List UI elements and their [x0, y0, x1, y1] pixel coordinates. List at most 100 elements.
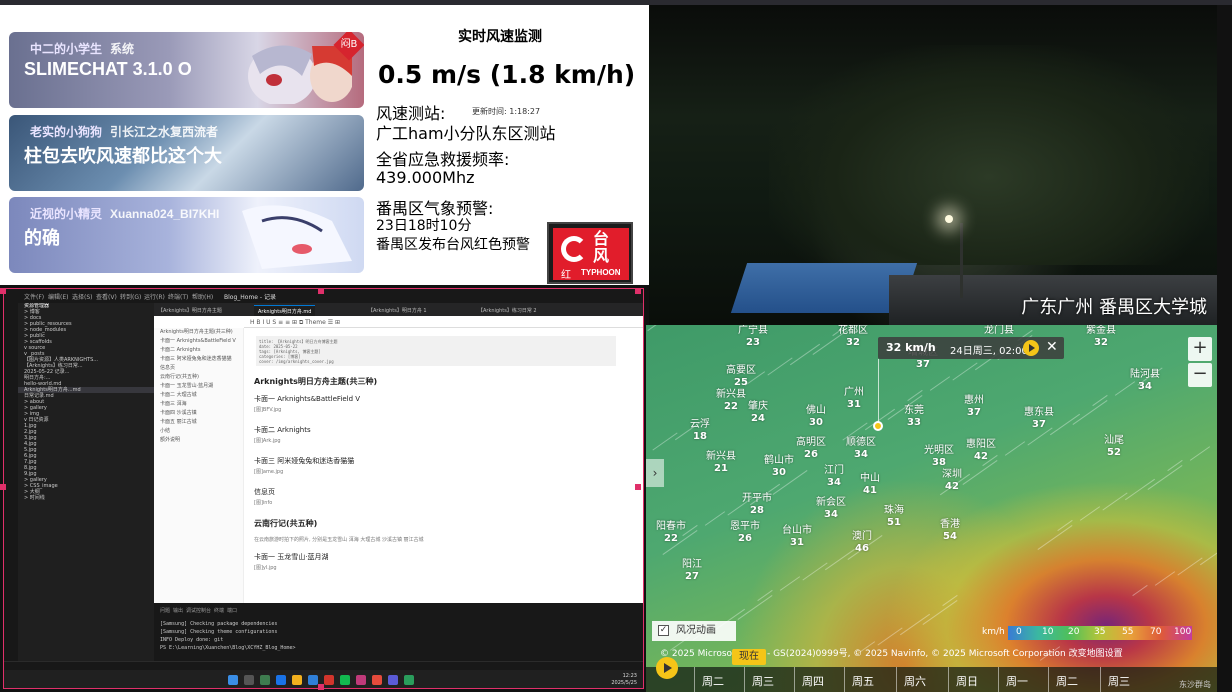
document-body[interactable]: title: 【Arknights】明日方舟博客主题 date: 2025-05-…: [250, 328, 640, 603]
menu-select[interactable]: 选择(S): [72, 292, 93, 301]
menu-file[interactable]: 文件(F): [24, 292, 44, 301]
city-name: 云浮: [690, 419, 710, 430]
wind-streak: [1132, 584, 1148, 597]
resize-handle[interactable]: [635, 484, 641, 490]
timeline-day[interactable]: 周二: [1056, 673, 1078, 689]
city-label: 惠东县 37: [1024, 407, 1054, 431]
timeline-day[interactable]: 周四: [802, 673, 824, 689]
city-label: 开平市 28: [742, 493, 772, 517]
resize-handle[interactable]: [318, 684, 324, 690]
heading: 卡面一 玉龙雪山·蓝月湖: [254, 553, 329, 561]
timeline-play-icon[interactable]: [656, 657, 678, 679]
chat-message: 近视的小精灵 Xuanna024_BI7KHI 的确: [9, 197, 364, 273]
checkbox-icon[interactable]: ✓: [658, 625, 669, 636]
wind-streak: [1079, 506, 1101, 521]
legend-tick: 70: [1150, 627, 1162, 637]
location-pin-icon[interactable]: [873, 421, 883, 431]
markdown-editor[interactable]: 【Arknights】明日方舟主题 Arknights明日方舟.md 【Arkn…: [154, 303, 643, 603]
menu-run[interactable]: 运行(R): [144, 292, 165, 301]
front-matter-block[interactable]: title: 【Arknights】明日方舟博客主题 date: 2025-05-…: [256, 336, 616, 366]
close-icon[interactable]: ✕: [1046, 339, 1058, 355]
taskbar-app-icon[interactable]: [276, 675, 286, 685]
outline-item[interactable]: 卡面三 阿米娅兔兔和迷迭香猫猫: [154, 355, 243, 364]
now-marker[interactable]: 现在: [732, 649, 766, 665]
terminal-panel[interactable]: 问题 输出 调试控制台 终端 端口 [Samsung] Checking pac…: [154, 603, 643, 661]
clock-time: 12:23: [622, 673, 637, 679]
resize-handle[interactable]: [0, 288, 6, 294]
zoom-out-button[interactable]: −: [1188, 363, 1212, 387]
timeline-day[interactable]: 周六: [904, 673, 926, 689]
outline-item[interactable]: 卡面一 玉龙雪山·蓝月湖: [154, 382, 243, 391]
timeline-day[interactable]: 周一: [1006, 673, 1028, 689]
heading: 卡面二 Arknights: [254, 426, 311, 434]
taskbar-app-icon[interactable]: [324, 675, 334, 685]
file-explorer[interactable]: 资源管理器 > 博客 > docs > public_resources > n…: [18, 303, 154, 661]
timeline-day[interactable]: 周三: [752, 673, 774, 689]
timeline-day[interactable]: 周二: [702, 673, 724, 689]
zoom-in-button[interactable]: +: [1188, 337, 1212, 361]
vscode-icon[interactable]: [308, 675, 318, 685]
activity-bar[interactable]: [4, 303, 18, 661]
menu-help[interactable]: 帮助(H): [192, 292, 213, 301]
city-wind-value: 31: [790, 537, 804, 548]
menu-edit[interactable]: 编辑(E): [48, 292, 68, 301]
city-wind-value: 22: [664, 533, 678, 544]
editor-tab[interactable]: 【Arknights】练习日常 2: [474, 305, 541, 316]
resize-handle[interactable]: [0, 484, 6, 490]
outline-list[interactable]: Arknights明日方舟主题(共三种) 卡面一 Arknights&Battl…: [154, 328, 243, 445]
city-label: 汕尾 52: [1104, 435, 1124, 459]
markdown-toolbar[interactable]: H B I U S ≡ ≡ ⊞ ⧉ Theme ☰ ⊞: [244, 316, 643, 328]
city-name: 阳江: [682, 559, 702, 570]
editor-tab-active[interactable]: Arknights明日方舟.md: [254, 305, 316, 316]
taskbar-app-icon[interactable]: [404, 675, 414, 685]
chevron-right-icon[interactable]: ›: [646, 459, 664, 487]
outline-item[interactable]: 卡面二 Arknights: [154, 346, 243, 355]
menu-terminal[interactable]: 终端(T): [168, 292, 188, 301]
image-placeholder: [图]info: [254, 500, 273, 506]
taskbar-app-icon[interactable]: [260, 675, 270, 685]
outline-item[interactable]: 云南行记(共五种): [154, 373, 243, 382]
outline-item[interactable]: 小结: [154, 427, 243, 436]
outline-item[interactable]: Arknights明日方舟主题(共三种): [154, 328, 243, 337]
chat-meta: 老实的小狗狗 引长江之水复西流者: [30, 123, 218, 140]
folder-icon[interactable]: [292, 675, 302, 685]
city-wind-value: 27: [685, 571, 699, 582]
city-name: 中山: [860, 473, 880, 484]
resize-handle[interactable]: [318, 288, 324, 294]
explorer-item[interactable]: > 时间线: [18, 495, 154, 501]
city-name: 佛山: [806, 405, 826, 416]
wechat-icon[interactable]: [340, 675, 350, 685]
start-icon[interactable]: [228, 675, 238, 685]
outline-item[interactable]: 卡面五 丽江古城: [154, 418, 243, 427]
city-name: 高要区: [726, 365, 756, 376]
document-outline[interactable]: Arknights明日方舟主题(共三种) 卡面一 Arknights&Battl…: [154, 328, 244, 603]
wind-map[interactable]: 广宁县23花都区32增城区37龙门县紫金县32高要区25广州31惠州37陆河县3…: [646, 325, 1217, 692]
outline-item[interactable]: 信息页: [154, 364, 243, 373]
city-name: 江门: [824, 465, 844, 476]
editor-tab[interactable]: 【Arknights】明日方舟主题: [154, 305, 226, 316]
taskbar-app-icon[interactable]: [372, 675, 382, 685]
menu-goto[interactable]: 转到(G): [120, 292, 141, 301]
timeline-day[interactable]: 周五: [852, 673, 874, 689]
forecast-timeline[interactable]: 现在 周二 周三 周四 周五 周六 周日 周一 周二 周三 东沙群岛: [646, 649, 1217, 692]
taskbar-app-icon[interactable]: [356, 675, 366, 685]
terminal-tabs[interactable]: 问题 输出 调试控制台 终端 端口: [160, 607, 237, 614]
wind-animation-toggle[interactable]: ✓ 风况动画: [652, 621, 736, 641]
typhoon-sign-level: 红: [561, 270, 571, 281]
menu-view[interactable]: 查看(V): [96, 292, 117, 301]
taskbar-app-icon[interactable]: [388, 675, 398, 685]
outline-item[interactable]: 额外说明: [154, 436, 243, 445]
outline-item[interactable]: 卡面一 Arknights&BattleField V: [154, 337, 243, 346]
city-wind-value: 54: [943, 531, 957, 542]
outline-item[interactable]: 卡面四 沙溪古镇: [154, 409, 243, 418]
explorer-tree[interactable]: > 博客 > docs > public_resources > node_mo…: [18, 309, 154, 501]
resize-handle[interactable]: [635, 288, 641, 294]
search-icon[interactable]: [244, 675, 254, 685]
timeline-day[interactable]: 周三: [1108, 673, 1130, 689]
editor-tab[interactable]: 【Arknights】明日方舟 1: [364, 305, 431, 316]
city-name: 广州: [844, 387, 864, 398]
play-icon[interactable]: [1023, 340, 1039, 356]
outline-item[interactable]: 卡面三 洱海: [154, 400, 243, 409]
timeline-day[interactable]: 周日: [956, 673, 978, 689]
outline-item[interactable]: 卡面二 大理古城: [154, 391, 243, 400]
